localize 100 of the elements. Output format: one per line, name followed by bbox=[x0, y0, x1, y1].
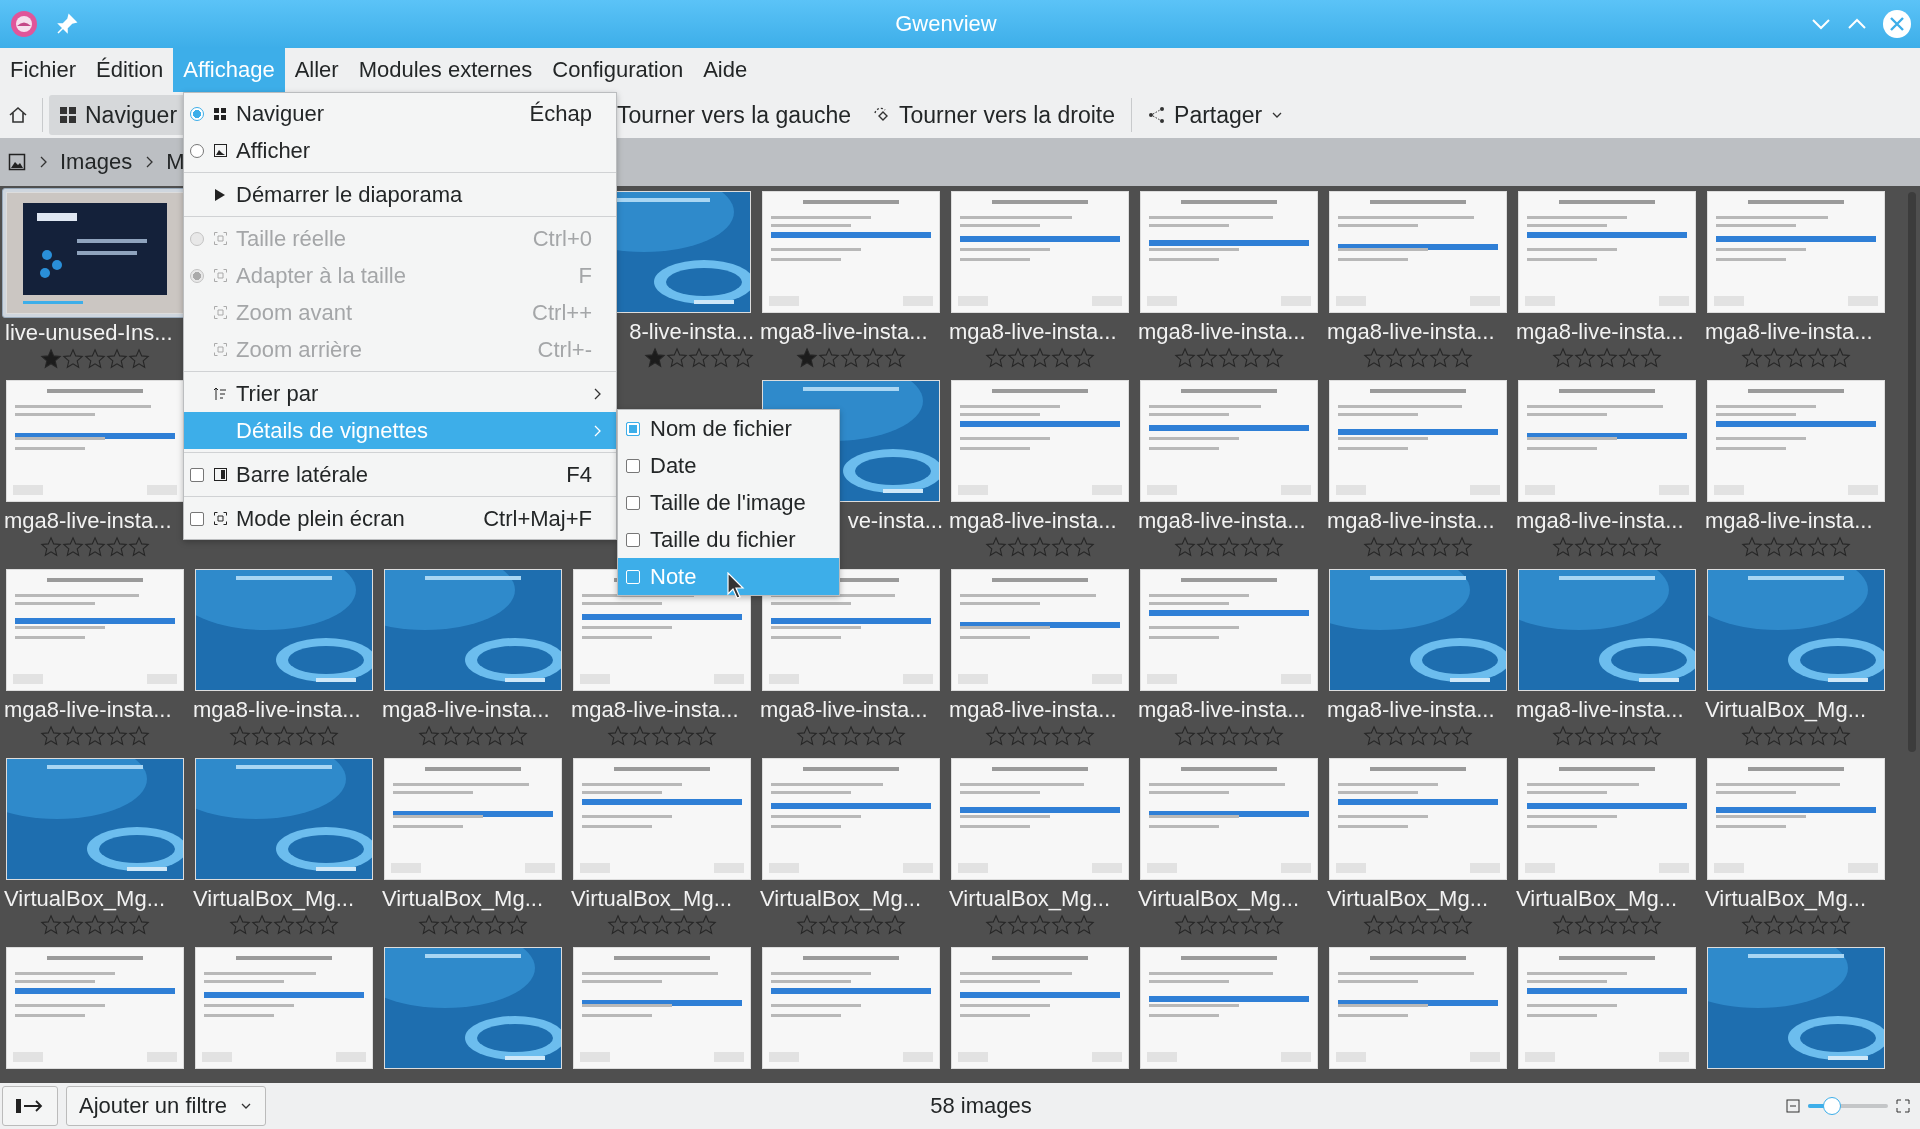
star-icon[interactable] bbox=[39, 536, 62, 558]
star-icon[interactable] bbox=[861, 914, 884, 936]
star-icon[interactable] bbox=[1006, 914, 1029, 936]
star-icon[interactable] bbox=[1239, 725, 1262, 747]
star-icon[interactable] bbox=[83, 914, 106, 936]
star-icon[interactable] bbox=[1450, 725, 1473, 747]
star-icon[interactable] bbox=[817, 914, 840, 936]
star-icon[interactable] bbox=[439, 725, 462, 747]
star-icon[interactable] bbox=[1050, 347, 1073, 369]
star-rating[interactable] bbox=[417, 725, 528, 747]
star-icon[interactable] bbox=[294, 914, 317, 936]
star-rating[interactable] bbox=[39, 914, 150, 936]
menu-item[interactable]: Taille de l'image bbox=[618, 484, 839, 521]
menu-bar-item[interactable]: Aller bbox=[284, 48, 349, 92]
star-icon[interactable] bbox=[1028, 536, 1051, 558]
menu-bar-item[interactable]: Fichier bbox=[0, 48, 86, 92]
star-icon[interactable] bbox=[1740, 725, 1763, 747]
star-icon[interactable] bbox=[1239, 347, 1262, 369]
star-icon[interactable] bbox=[1573, 914, 1596, 936]
star-icon[interactable] bbox=[795, 347, 818, 369]
star-icon[interactable] bbox=[817, 347, 840, 369]
star-icon[interactable] bbox=[606, 725, 629, 747]
star-icon[interactable] bbox=[1784, 536, 1807, 558]
star-icon[interactable] bbox=[606, 914, 629, 936]
pin-icon[interactable] bbox=[56, 13, 78, 35]
star-icon[interactable] bbox=[505, 725, 528, 747]
star-icon[interactable] bbox=[1428, 536, 1451, 558]
star-icon[interactable] bbox=[127, 725, 150, 747]
star-rating[interactable] bbox=[1551, 536, 1662, 558]
star-icon[interactable] bbox=[1595, 536, 1618, 558]
star-icon[interactable] bbox=[417, 914, 440, 936]
star-icon[interactable] bbox=[1784, 914, 1807, 936]
star-rating[interactable] bbox=[39, 348, 150, 370]
star-icon[interactable] bbox=[1028, 347, 1051, 369]
star-icon[interactable] bbox=[1762, 347, 1785, 369]
star-icon[interactable] bbox=[1428, 914, 1451, 936]
star-icon[interactable] bbox=[984, 914, 1007, 936]
radio-button[interactable] bbox=[190, 143, 204, 158]
star-rating[interactable] bbox=[795, 347, 906, 369]
star-icon[interactable] bbox=[1740, 347, 1763, 369]
star-icon[interactable] bbox=[1784, 725, 1807, 747]
star-icon[interactable] bbox=[1617, 725, 1640, 747]
star-rating[interactable] bbox=[795, 914, 906, 936]
star-icon[interactable] bbox=[294, 725, 317, 747]
star-icon[interactable] bbox=[1639, 536, 1662, 558]
star-rating[interactable] bbox=[1173, 347, 1284, 369]
star-icon[interactable] bbox=[628, 725, 651, 747]
menu-item[interactable]: Démarrer le diaporama bbox=[184, 176, 616, 213]
star-icon[interactable] bbox=[1072, 914, 1095, 936]
menu-bar-item[interactable]: Édition bbox=[86, 48, 174, 92]
star-icon[interactable] bbox=[817, 725, 840, 747]
star-icon[interactable] bbox=[1806, 725, 1829, 747]
star-icon[interactable] bbox=[1028, 725, 1051, 747]
star-icon[interactable] bbox=[1450, 914, 1473, 936]
zoom-out-icon[interactable] bbox=[1786, 1099, 1800, 1113]
menu-item[interactable]: Taille du fichier bbox=[618, 521, 839, 558]
star-icon[interactable] bbox=[1428, 347, 1451, 369]
image-icon[interactable] bbox=[8, 153, 26, 171]
star-icon[interactable] bbox=[272, 725, 295, 747]
star-rating[interactable] bbox=[1173, 914, 1284, 936]
star-rating[interactable] bbox=[1173, 725, 1284, 747]
star-rating[interactable] bbox=[984, 725, 1095, 747]
star-icon[interactable] bbox=[1639, 914, 1662, 936]
app-icon[interactable] bbox=[10, 10, 38, 38]
star-icon[interactable] bbox=[127, 536, 150, 558]
star-icon[interactable] bbox=[1828, 725, 1851, 747]
star-icon[interactable] bbox=[1639, 347, 1662, 369]
star-rating[interactable] bbox=[1740, 347, 1851, 369]
star-icon[interactable] bbox=[316, 725, 339, 747]
star-icon[interactable] bbox=[710, 347, 732, 369]
menu-item[interactable]: Mode plein écran Ctrl+Maj+F bbox=[184, 500, 616, 537]
star-rating[interactable] bbox=[417, 914, 528, 936]
star-icon[interactable] bbox=[1072, 347, 1095, 369]
star-icon[interactable] bbox=[984, 536, 1007, 558]
star-icon[interactable] bbox=[1740, 914, 1763, 936]
star-icon[interactable] bbox=[1384, 536, 1407, 558]
star-icon[interactable] bbox=[1072, 725, 1095, 747]
star-icon[interactable] bbox=[461, 725, 484, 747]
rotate-right-button[interactable]: Tourner vers la droite bbox=[861, 95, 1126, 135]
sidebar-toggle-button[interactable] bbox=[2, 1086, 58, 1126]
star-icon[interactable] bbox=[228, 725, 251, 747]
star-icon[interactable] bbox=[1384, 914, 1407, 936]
star-icon[interactable] bbox=[1195, 536, 1218, 558]
star-rating[interactable] bbox=[606, 725, 717, 747]
star-icon[interactable] bbox=[316, 914, 339, 936]
star-icon[interactable] bbox=[1195, 914, 1218, 936]
star-icon[interactable] bbox=[1762, 914, 1785, 936]
star-icon[interactable] bbox=[1828, 347, 1851, 369]
star-icon[interactable] bbox=[1595, 347, 1618, 369]
star-icon[interactable] bbox=[1217, 347, 1240, 369]
star-icon[interactable] bbox=[1551, 914, 1574, 936]
star-icon[interactable] bbox=[672, 914, 695, 936]
star-icon[interactable] bbox=[984, 347, 1007, 369]
star-icon[interactable] bbox=[439, 914, 462, 936]
star-icon[interactable] bbox=[1828, 914, 1851, 936]
star-icon[interactable] bbox=[1551, 536, 1574, 558]
star-rating[interactable] bbox=[1362, 536, 1473, 558]
star-icon[interactable] bbox=[1173, 347, 1196, 369]
star-icon[interactable] bbox=[61, 725, 84, 747]
star-icon[interactable] bbox=[1406, 536, 1429, 558]
